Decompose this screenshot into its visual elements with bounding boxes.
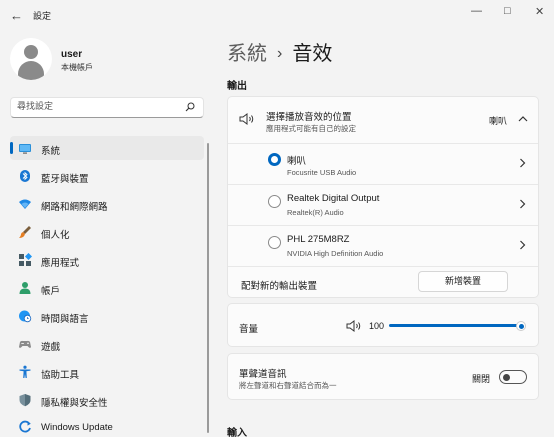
- monitor-icon: [19, 144, 31, 154]
- sidebar-item-label: 網路和網際網路: [41, 202, 108, 213]
- search-input[interactable]: [17, 101, 177, 111]
- maximize-button[interactable]: □: [504, 5, 511, 17]
- sidebar-item-network[interactable]: 網路和網際網路: [10, 192, 204, 216]
- title-bar: ← 設定 — □ ✕: [0, 0, 554, 30]
- device-description: NVIDIA High Definition Audio: [287, 249, 384, 258]
- breadcrumb-parent[interactable]: 系統: [227, 43, 267, 65]
- sidebar-item-label: 個人化: [41, 230, 70, 241]
- minimize-button[interactable]: —: [471, 5, 482, 17]
- sidebar-item-apps[interactable]: 應用程式: [10, 248, 204, 272]
- wifi-icon: [19, 199, 31, 209]
- search-icon[interactable]: [185, 102, 195, 112]
- app-title: 設定: [33, 11, 52, 21]
- sidebar-scrollbar[interactable]: [207, 143, 209, 433]
- device-name: 喇叭: [287, 156, 307, 167]
- sidebar-item-label: 藍牙與裝置: [41, 174, 89, 185]
- chevron-right-icon[interactable]: [519, 158, 526, 168]
- volume-card: 音量 100: [227, 303, 539, 347]
- mono-audio-card: 單聲道音訊 將左聲道和右聲道結合而為一 關閉: [227, 353, 539, 400]
- sidebar-item-personalization[interactable]: 個人化: [10, 220, 204, 244]
- accessibility-icon: [19, 365, 31, 378]
- divider: [228, 266, 538, 267]
- mono-audio-state: 關閉: [472, 374, 491, 384]
- choose-output-title: 選擇播放音效的位置: [266, 112, 352, 123]
- sidebar-item-label: 時間與語言: [41, 314, 89, 325]
- device-row[interactable]: Realtek Digital Output Realtek(R) Audio: [228, 185, 538, 225]
- device-description: Realtek(R) Audio: [287, 208, 344, 217]
- chevron-up-icon[interactable]: [518, 115, 528, 123]
- user-name: user: [61, 49, 83, 60]
- person-icon: [19, 282, 31, 294]
- device-row[interactable]: 喇叭 Focusrite USB Audio: [228, 144, 538, 184]
- sidebar-item-label: Windows Update: [41, 422, 113, 433]
- input-section-title: 輸入: [227, 428, 247, 437]
- sidebar-item-label: 協助工具: [41, 370, 80, 381]
- output-section-title: 輸出: [227, 81, 247, 92]
- breadcrumb: 系統 › 音效: [227, 37, 332, 66]
- device-radio-selected[interactable]: [268, 153, 281, 166]
- pair-output-label: 配對新的輸出裝置: [241, 281, 318, 292]
- device-description: Focusrite USB Audio: [287, 168, 357, 177]
- back-arrow-icon[interactable]: ←: [10, 8, 23, 23]
- device-name: Realtek Digital Output: [287, 193, 380, 204]
- device-radio[interactable]: [268, 195, 281, 208]
- speaker-icon: [239, 113, 254, 125]
- mono-audio-title: 單聲道音訊: [239, 369, 287, 380]
- sidebar-item-gaming[interactable]: 遊戲: [10, 332, 204, 356]
- chevron-right-icon[interactable]: [519, 240, 526, 250]
- apps-icon: [19, 253, 32, 266]
- sidebar-item-time-language[interactable]: 時間與語言: [10, 304, 204, 328]
- mono-audio-subtitle: 將左聲道和右聲道結合而為一: [239, 381, 337, 390]
- sidebar-item-windows-update[interactable]: Windows Update: [10, 415, 204, 437]
- breadcrumb-separator-icon: ›: [277, 45, 283, 62]
- volume-slider-track[interactable]: [389, 324, 522, 327]
- sidebar-item-label: 帳戶: [41, 286, 61, 297]
- page-title: 音效: [292, 43, 333, 65]
- output-device-card: 選擇播放音效的位置 應用程式可能有自己的設定 喇叭 喇叭 Focusrite U…: [227, 96, 539, 298]
- device-name: PHL 275M8RZ: [287, 234, 350, 245]
- sidebar-item-label: 遊戲: [41, 342, 61, 353]
- shield-icon: [19, 394, 31, 407]
- sidebar-item-privacy[interactable]: 隱私權與安全性: [10, 388, 204, 412]
- volume-speaker-icon[interactable]: [346, 320, 362, 332]
- volume-label: 音量: [239, 324, 259, 335]
- device-row[interactable]: PHL 275M8RZ NVIDIA High Definition Audio: [228, 226, 538, 266]
- avatar-body-icon: [18, 61, 44, 80]
- close-button[interactable]: ✕: [535, 5, 544, 18]
- choose-output-subtitle: 應用程式可能有自己的設定: [266, 124, 356, 133]
- active-indicator: [10, 142, 13, 154]
- chevron-right-icon[interactable]: [519, 199, 526, 209]
- sidebar-item-label: 隱私權與安全性: [41, 398, 108, 409]
- sidebar-item-label: 應用程式: [41, 258, 80, 269]
- brush-icon: [19, 226, 31, 238]
- avatar-head-icon: [24, 45, 38, 59]
- toggle-knob: [503, 373, 510, 381]
- sidebar-item-bluetooth[interactable]: 藍牙與裝置: [10, 164, 204, 188]
- avatar[interactable]: [10, 38, 52, 80]
- search-box[interactable]: [10, 97, 204, 118]
- device-radio[interactable]: [268, 236, 281, 249]
- account-type: 本機帳戶: [61, 63, 93, 72]
- selected-device-label: 喇叭: [489, 116, 508, 126]
- sidebar-item-accessibility[interactable]: 協助工具: [10, 360, 204, 384]
- gamepad-icon: [19, 340, 31, 348]
- add-device-button[interactable]: 新增裝置: [418, 271, 508, 292]
- windows-update-icon: [19, 420, 31, 433]
- bluetooth-icon: [20, 170, 30, 182]
- volume-value: 100: [369, 321, 385, 331]
- sidebar-item-accounts[interactable]: 帳戶: [10, 276, 204, 300]
- globe-clock-icon: [19, 310, 32, 323]
- volume-slider-thumb[interactable]: [516, 321, 526, 331]
- sidebar-item-system[interactable]: 系統: [10, 136, 204, 160]
- sidebar-item-label: 系統: [41, 146, 61, 157]
- mono-audio-toggle[interactable]: [499, 370, 527, 384]
